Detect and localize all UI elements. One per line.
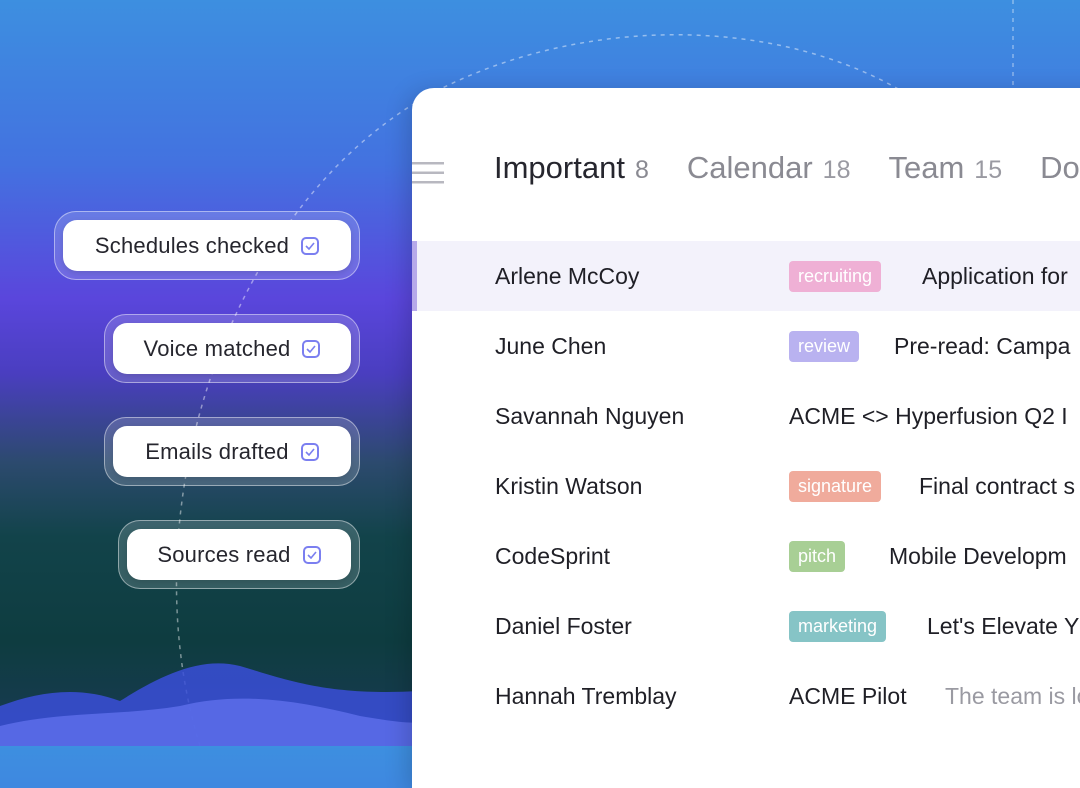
tab-label: Important	[494, 150, 625, 185]
tag-marketing: marketing	[789, 610, 887, 642]
email-subject: ACME <> Hyperfusion Q2 I	[789, 402, 1068, 429]
tab-count: 15	[974, 156, 1003, 184]
email-row[interactable]: Daniel Foster marketing Let's Elevate Y	[412, 591, 1080, 661]
email-subject: Let's Elevate Y	[927, 612, 1080, 639]
sender-name: Savannah Nguyen	[495, 402, 685, 429]
menu-icon[interactable]	[412, 162, 444, 186]
mountains-graphic	[0, 663, 420, 746]
sender-name: Daniel Foster	[495, 612, 632, 639]
email-subject: Application for	[922, 262, 1068, 289]
sender-name: CodeSprint	[495, 542, 611, 569]
tag-recruiting: recruiting	[789, 260, 882, 292]
tab-count: 8	[634, 156, 649, 184]
tag-review: review	[789, 330, 860, 362]
chip-voice-matched: Voice matched	[104, 314, 360, 383]
email-subject: Final contract s	[919, 472, 1075, 499]
sender-name: Arlene McCoy	[495, 262, 640, 289]
email-subject: Mobile Developm	[889, 542, 1067, 569]
email-subject: Pre-read: Campa	[894, 332, 1071, 359]
tag-signature: signature	[789, 470, 882, 502]
tab-do[interactable]: Do	[1040, 150, 1080, 186]
sender-name: Hannah Tremblay	[495, 682, 677, 709]
tab-label: Calendar	[686, 150, 813, 185]
tab-team[interactable]: Team 15	[888, 150, 1002, 186]
chip-label: Voice matched	[143, 335, 291, 361]
tab-important[interactable]: Important 8	[494, 150, 649, 186]
chip-label: Sources read	[157, 541, 291, 567]
tab-count: 18	[822, 156, 851, 184]
email-row[interactable]: June Chen review Pre-read: Campa	[412, 311, 1080, 381]
email-row[interactable]: Kristin Watson signature Final contract …	[412, 451, 1080, 521]
email-row[interactable]: Arlene McCoy recruiting Application for	[412, 241, 1080, 311]
tab-calendar[interactable]: Calendar 18	[687, 150, 851, 186]
email-subject: ACME Pilot	[789, 682, 907, 709]
checkbox-checked-icon	[301, 236, 320, 255]
checkbox-checked-icon	[300, 442, 319, 461]
tag-pitch: pitch	[789, 540, 846, 572]
email-row[interactable]: CodeSprint pitch Mobile Developm	[412, 521, 1080, 591]
chip-sources-read: Sources read	[118, 520, 360, 589]
selected-row-indicator	[412, 241, 417, 311]
chip-schedules-checked: Schedules checked	[54, 211, 360, 280]
checkbox-checked-icon	[302, 339, 321, 358]
tab-label: Do	[1040, 150, 1080, 185]
chip-emails-drafted: Emails drafted	[104, 417, 360, 486]
email-row[interactable]: Savannah Nguyen ACME <> Hyperfusion Q2 I	[412, 381, 1080, 451]
tab-label: Team	[888, 150, 965, 185]
email-preview: The team is lo	[945, 682, 1080, 709]
sender-name: Kristin Watson	[495, 472, 643, 499]
chip-label: Schedules checked	[94, 232, 290, 258]
tab-bar: Important 8 Calendar 18 Team 15 Do	[494, 150, 1080, 200]
email-row[interactable]: Hannah Tremblay ACME Pilot The team is l…	[412, 661, 1080, 731]
sender-name: June Chen	[495, 332, 607, 359]
checkbox-checked-icon	[302, 545, 321, 564]
chip-label: Emails drafted	[145, 438, 289, 464]
